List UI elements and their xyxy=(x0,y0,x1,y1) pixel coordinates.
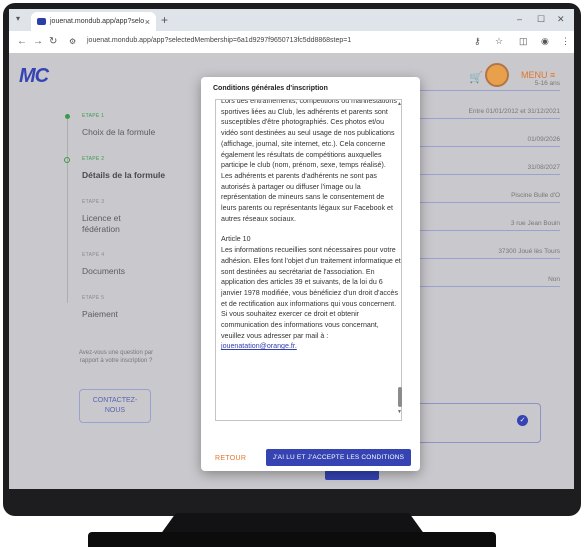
step-5-number: ETAPE 5 xyxy=(82,295,105,301)
terms-paragraph: Les informations recueillies sont nécess… xyxy=(221,246,401,340)
url-field[interactable]: jouenat.mondub.app/app?selectedMembershi… xyxy=(87,37,351,44)
step-2-number: ETAPE 2 xyxy=(82,156,105,162)
tab-close-icon[interactable]: × xyxy=(145,17,150,27)
back-button[interactable]: RETOUR xyxy=(215,455,246,462)
field-age: 5-16 ans xyxy=(420,77,560,91)
scroll-thumb[interactable] xyxy=(398,387,402,407)
step-3-title-line2: fédération xyxy=(82,224,120,234)
tab-list-chevron-icon[interactable]: ▾ xyxy=(16,14,20,23)
scroll-down-arrow-icon[interactable]: ▼ xyxy=(397,409,402,415)
scroll-up-arrow-icon[interactable]: ▲ xyxy=(397,101,402,107)
step-1-title[interactable]: Choix de la formule xyxy=(82,127,155,137)
screen: ▾ jouenat.mondub.app/app?selo × + – ☐ ✕ … xyxy=(9,9,574,489)
contact-button[interactable]: CONTACTEZ- NOUS xyxy=(79,389,151,423)
step-5-title: Paiement xyxy=(82,309,118,319)
monitor-stand-base xyxy=(88,532,496,547)
monitor-frame: ▾ jouenat.mondub.app/app?selo × + – ☐ ✕ … xyxy=(3,3,581,516)
accept-conditions-button[interactable]: J'AI LU ET J'ACCEPTE LES CONDITIONS xyxy=(266,449,411,466)
contact-email-link[interactable]: jouenatation@orange.fr. xyxy=(221,342,297,350)
scrollbar[interactable]: ▲ ▼ xyxy=(396,99,404,419)
step-3-number: ETAPE 3 xyxy=(82,199,105,205)
tab-title: jouenat.mondub.app/app?selo xyxy=(50,18,145,25)
reload-icon[interactable]: ↻ xyxy=(49,36,57,47)
browser-tab[interactable]: jouenat.mondub.app/app?selo × xyxy=(31,12,156,31)
terms-modal: Conditions générales d'inscription Lors … xyxy=(201,77,420,471)
step-2-current-icon xyxy=(64,157,70,163)
bookmark-star-icon[interactable]: ☆ xyxy=(495,36,503,47)
contact-label-line2: NOUS xyxy=(104,407,126,414)
window-close-icon[interactable]: ✕ xyxy=(557,14,565,25)
browser-menu-icon[interactable]: ⋮ xyxy=(561,36,570,47)
profile-icon[interactable]: ◉ xyxy=(541,36,549,47)
next-button[interactable] xyxy=(325,470,379,480)
minimize-icon[interactable]: – xyxy=(517,14,522,24)
site-info-icon[interactable]: ⚙ xyxy=(69,37,76,46)
terms-text: Lors des entraînements, compétitions ou … xyxy=(221,99,401,352)
site-logo[interactable]: MC xyxy=(19,65,49,88)
stepper-line xyxy=(67,119,68,303)
browser-tab-bar: ▾ jouenat.mondub.app/app?selo × + – ☐ ✕ xyxy=(9,9,574,31)
field-end-date: 31/08/2027 xyxy=(420,161,560,175)
address-bar: ← → ↻ ⚙ jouenat.mondub.app/app?selectedM… xyxy=(9,31,574,54)
step-1-number: ETAPE 1 xyxy=(82,113,105,119)
help-text: Avez-vous une question par rapport à vot… xyxy=(78,350,154,364)
modal-title: Conditions générales d'inscription xyxy=(213,85,328,92)
field-birth-range: Entre 01/01/2012 et 31/12/2021 xyxy=(420,105,560,119)
step-1-done-icon xyxy=(65,114,70,119)
forward-arrow-icon[interactable]: → xyxy=(33,36,43,47)
contact-label-line1: CONTACTEZ- xyxy=(92,397,138,404)
field-city: 37300 Joué lès Tours xyxy=(420,245,560,259)
key-icon[interactable]: ⚷ xyxy=(474,36,481,47)
field-start-date: 01/09/2026 xyxy=(420,133,560,147)
terms-scroll-area[interactable]: Lors des entraînements, compétitions ou … xyxy=(215,99,402,421)
step-4-title: Documents xyxy=(82,266,125,276)
extensions-icon[interactable]: ◫ xyxy=(519,36,528,47)
terms-article-heading: Article 10 xyxy=(221,235,251,244)
checkmark-icon[interactable]: ✓ xyxy=(517,415,528,426)
step-3-title: Licence et xyxy=(82,213,121,223)
terms-paragraph: Lors des entraînements, compétitions ou … xyxy=(221,99,397,170)
favicon-icon xyxy=(37,18,46,25)
field-option: Non xyxy=(420,273,560,287)
field-pool: Piscine Bulle d'O xyxy=(420,189,560,203)
new-tab-button[interactable]: + xyxy=(161,13,168,27)
terms-paragraph: Les adhérents et parents d'adhérents ne … xyxy=(221,171,393,223)
field-address: 3 rue Jean Bouin xyxy=(420,217,560,231)
back-arrow-icon[interactable]: ← xyxy=(17,36,27,47)
maximize-icon[interactable]: ☐ xyxy=(537,14,545,25)
step-2-title[interactable]: Détails de la formule xyxy=(82,170,165,180)
step-4-number: ETAPE 4 xyxy=(82,252,105,258)
